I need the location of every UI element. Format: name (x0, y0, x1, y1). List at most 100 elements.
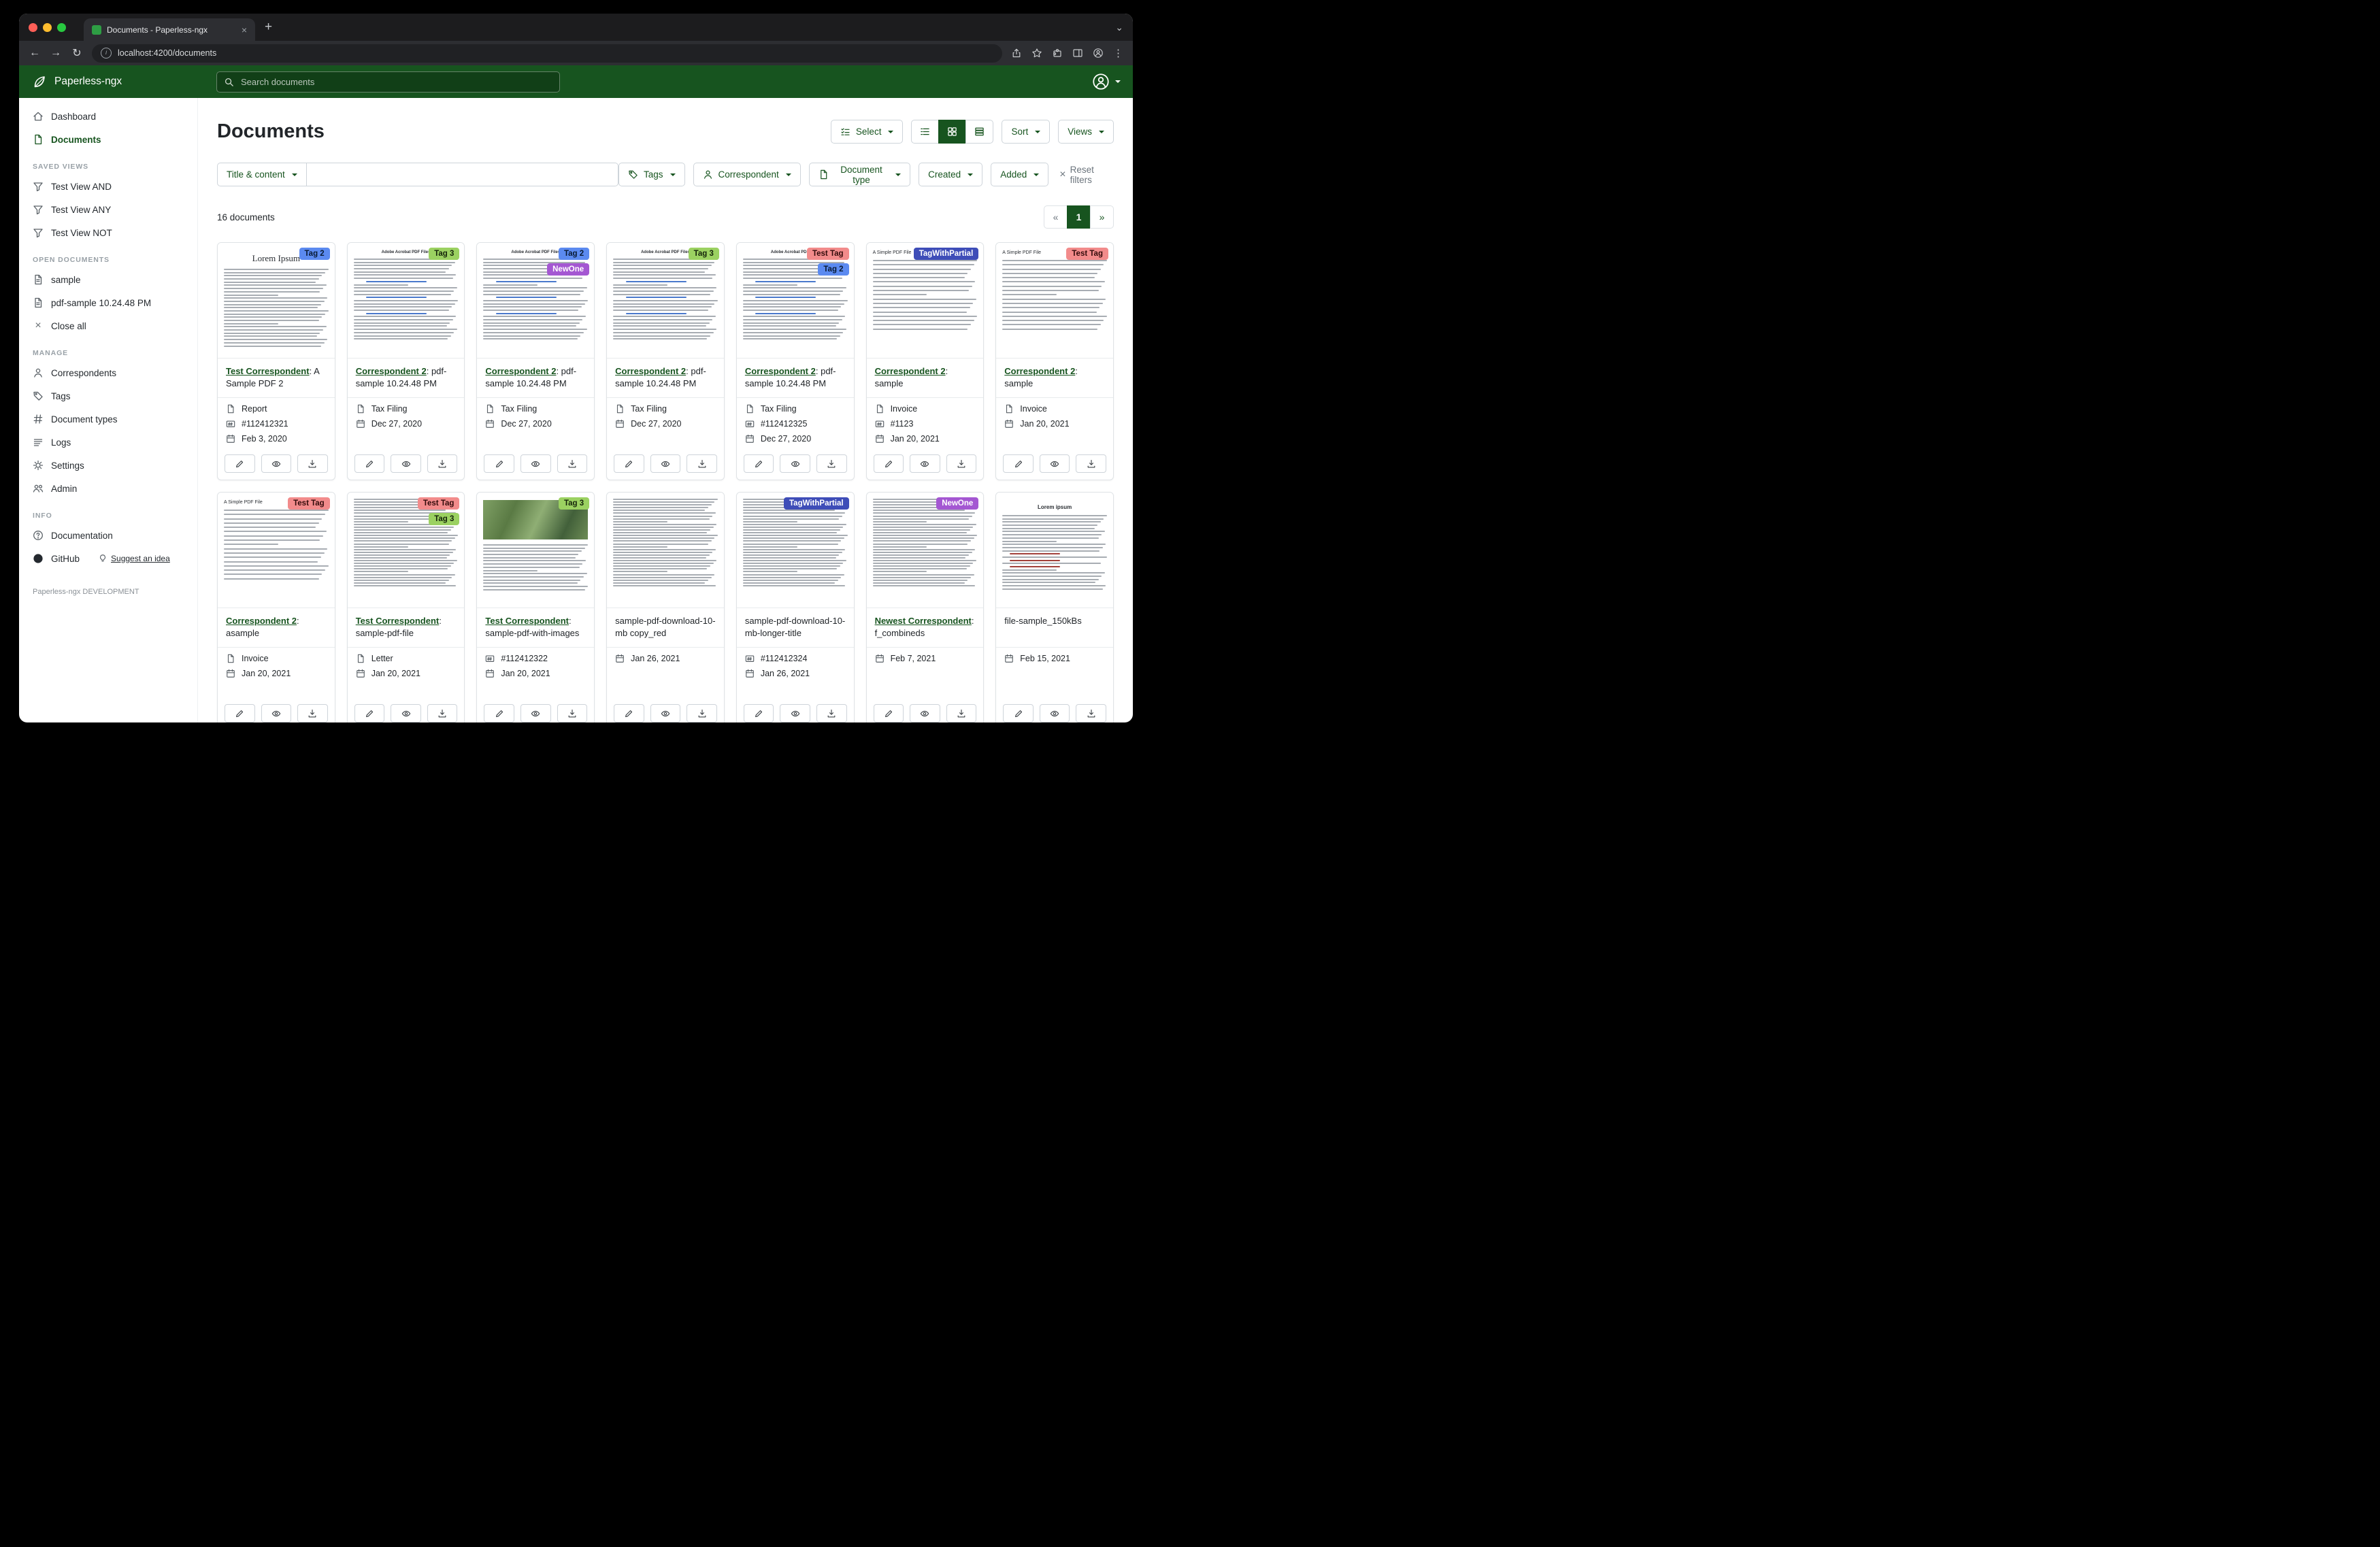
preview-button[interactable] (520, 704, 551, 722)
edit-button[interactable] (614, 704, 644, 722)
document-card[interactable]: A Simple PDF FileTagWithPartialCorrespon… (866, 242, 985, 480)
edit-button[interactable] (225, 454, 255, 473)
tag-badge[interactable]: Tag 3 (689, 248, 719, 260)
tag-badge[interactable]: TagWithPartial (914, 248, 979, 260)
site-info-icon[interactable]: i (101, 48, 112, 59)
pagination-next-button[interactable]: » (1090, 205, 1114, 229)
document-preview[interactable] (607, 493, 724, 608)
tag-badge[interactable]: Test Tag (418, 497, 460, 510)
document-preview[interactable]: A Simple PDF FileTest Tag (218, 493, 335, 608)
document-preview[interactable]: Adobe Acrobat PDF FilesTag 3 (348, 243, 465, 359)
preview-button[interactable] (391, 454, 421, 473)
document-card[interactable]: Lorem ipsumfile-sample_150kBsFeb 15, 202… (995, 492, 1114, 722)
download-button[interactable] (557, 704, 588, 722)
download-button[interactable] (816, 454, 847, 473)
tags-filter-button[interactable]: Tags (618, 163, 685, 186)
document-preview[interactable]: Test TagTag 3 (348, 493, 465, 608)
document-card[interactable]: A Simple PDF FileTest TagCorrespondent 2… (217, 492, 335, 722)
preview-button[interactable] (261, 454, 292, 473)
edit-button[interactable] (484, 704, 514, 722)
tag-badge[interactable]: Test Tag (288, 497, 330, 510)
tag-badge[interactable]: Test Tag (1066, 248, 1108, 260)
tag-badge[interactable]: Tag 2 (299, 248, 330, 260)
preview-button[interactable] (650, 454, 681, 473)
download-button[interactable] (687, 704, 717, 722)
sidebar-item-logs[interactable]: Logs (19, 431, 197, 454)
document-card[interactable]: NewOneNewest Correspondent: f_combinedsF… (866, 492, 985, 722)
edit-button[interactable] (614, 454, 644, 473)
document-card[interactable]: Adobe Acrobat PDF FilesTest TagTag 2Corr… (736, 242, 855, 480)
preview-button[interactable] (1040, 454, 1070, 473)
view-mode-detail-button[interactable] (965, 120, 993, 144)
tag-badge[interactable]: NewOne (547, 263, 589, 276)
address-bar[interactable]: i localhost:4200/documents (92, 44, 1002, 63)
global-search[interactable] (216, 71, 560, 93)
preview-button[interactable] (650, 704, 681, 722)
tag-badge[interactable]: Tag 2 (559, 248, 589, 260)
extensions-icon[interactable] (1052, 48, 1063, 59)
tag-badge[interactable]: Test Tag (807, 248, 849, 260)
correspondent-link[interactable]: Correspondent 2 (875, 366, 946, 376)
search-input[interactable] (239, 76, 552, 88)
user-menu[interactable] (1092, 73, 1121, 90)
new-tab-button[interactable]: + (265, 20, 272, 35)
suggest-idea-link[interactable]: Suggest an idea (98, 554, 170, 563)
back-button[interactable]: ← (29, 47, 41, 59)
app-brand[interactable]: Paperless-ngx (31, 73, 216, 90)
browser-menu-icon[interactable]: ⋮ (1113, 47, 1123, 59)
document-card[interactable]: Tag 3Test Correspondent: sample-pdf-with… (476, 492, 595, 722)
tab-search-chevron-icon[interactable]: ⌄ (1115, 22, 1123, 33)
window-fullscreen-button[interactable] (57, 23, 66, 32)
window-close-button[interactable] (29, 23, 37, 32)
pagination-prev-button[interactable]: « (1044, 205, 1068, 229)
share-icon[interactable] (1011, 48, 1022, 59)
tag-badge[interactable]: NewOne (936, 497, 978, 510)
preview-button[interactable] (261, 704, 292, 722)
preview-button[interactable] (1040, 704, 1070, 722)
sidebar-item-settings[interactable]: Settings (19, 454, 197, 477)
sidebar-item-open-doc-sample[interactable]: sample (19, 268, 197, 291)
reset-filters-button[interactable]: × Reset filters (1059, 165, 1114, 185)
browser-tab[interactable]: Documents - Paperless-ngx × (84, 18, 255, 41)
sidebar-item-open-doc-pdf-sample[interactable]: pdf-sample 10.24.48 PM (19, 291, 197, 314)
tag-badge[interactable]: TagWithPartial (784, 497, 849, 510)
document-card[interactable]: TagWithPartialsample-pdf-download-10-mb-… (736, 492, 855, 722)
document-card[interactable]: Adobe Acrobat PDF FilesTag 3 Corresponden… (347, 242, 465, 480)
sidebar-item-github[interactable]: GitHub Suggest an idea (19, 547, 197, 570)
document-preview[interactable]: NewOne (867, 493, 984, 608)
tag-badge[interactable]: Tag 3 (559, 497, 589, 510)
correspondent-link[interactable]: Newest Correspondent (875, 616, 972, 626)
correspondent-link[interactable]: Correspondent 2 (745, 366, 816, 376)
correspondent-link[interactable]: Correspondent 2 (356, 366, 427, 376)
view-mode-list-button[interactable] (911, 120, 939, 144)
tab-close-icon[interactable]: × (242, 25, 247, 35)
edit-button[interactable] (874, 704, 904, 722)
document-preview[interactable]: Adobe Acrobat PDF FilesTag 2NewOne (477, 243, 594, 359)
edit-button[interactable] (354, 454, 385, 473)
select-button[interactable]: Select (831, 120, 904, 144)
preview-button[interactable] (910, 704, 940, 722)
document-preview[interactable]: Lorem ipsum (996, 493, 1113, 608)
tag-badge[interactable]: Tag 2 (818, 263, 848, 276)
document-preview[interactable]: A Simple PDF FileTest Tag (996, 243, 1113, 359)
document-preview[interactable]: Lorem IpsumTag 2 (218, 243, 335, 359)
correspondent-link[interactable]: Correspondent 2 (1004, 366, 1075, 376)
window-minimize-button[interactable] (43, 23, 52, 32)
tag-badge[interactable]: Tag 3 (429, 248, 459, 260)
download-button[interactable] (1076, 454, 1106, 473)
document-card[interactable]: Adobe Acrobat PDF FilesTag 3 Corresponden… (606, 242, 725, 480)
edit-button[interactable] (744, 704, 774, 722)
sidebar-item-document-types[interactable]: Document types (19, 407, 197, 431)
document-preview[interactable]: Adobe Acrobat PDF FilesTag 3 (607, 243, 724, 359)
download-button[interactable] (946, 704, 977, 722)
download-button[interactable] (557, 454, 588, 473)
sidebar-item-close-all[interactable]: × Close all (19, 314, 197, 337)
preview-button[interactable] (910, 454, 940, 473)
edit-button[interactable] (1003, 704, 1034, 722)
preview-button[interactable] (520, 454, 551, 473)
correspondent-link[interactable]: Correspondent 2 (615, 366, 686, 376)
views-button[interactable]: Views (1058, 120, 1114, 144)
document-card[interactable]: Adobe Acrobat PDF FilesTag 2NewOneCorres… (476, 242, 595, 480)
sidebar-item-test-view-and[interactable]: Test View AND (19, 175, 197, 198)
edit-button[interactable] (484, 454, 514, 473)
